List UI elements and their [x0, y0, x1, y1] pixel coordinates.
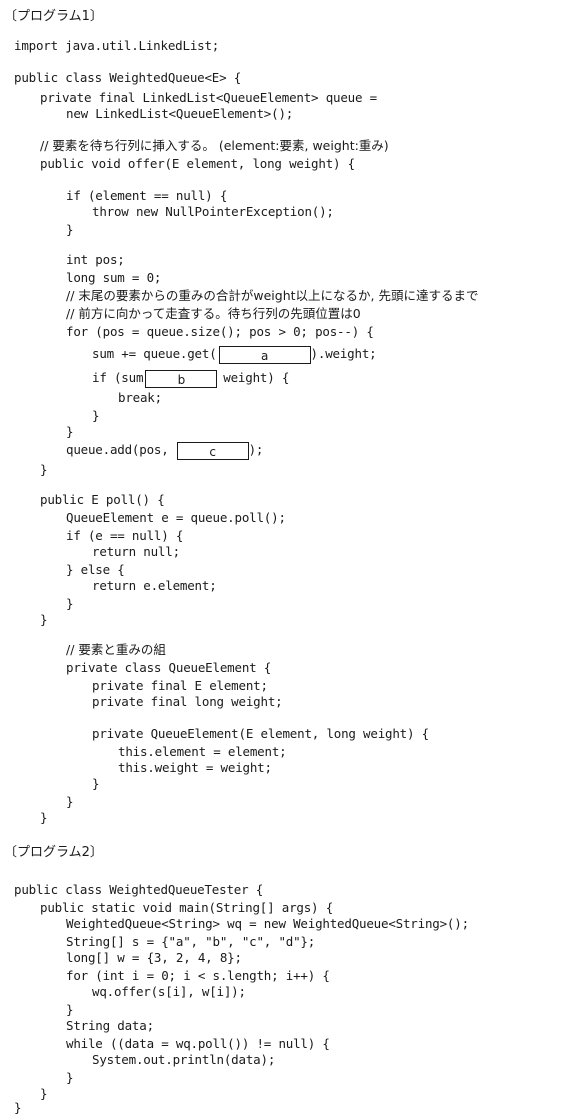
code-line-for-loop: for (pos = queue.size(); pos > 0; pos--)…	[66, 324, 374, 339]
code-fragment: weight) {	[223, 370, 290, 385]
code-line-return-element: return e.element;	[92, 578, 217, 593]
comment-text: // 前方に向かって走査する。待ち行列の先頭位置は0	[66, 306, 361, 321]
code-fragment: );	[248, 442, 264, 457]
code-line-import: import java.util.LinkedList;	[14, 38, 220, 53]
code-line-add: queue.add(pos, c);	[66, 438, 263, 462]
code-line-assign-weight: this.weight = weight;	[118, 760, 272, 775]
code-line-close-class: }	[40, 810, 48, 825]
code-line-close-main: }	[40, 1086, 48, 1101]
program1-heading: 〔プログラム1〕	[4, 9, 103, 24]
code-fragment: queue.add(pos,	[66, 442, 169, 457]
code-line-close-tester: }	[14, 1100, 22, 1115]
code-listing-page: 〔プログラム1〕 import java.util.LinkedList; pu…	[0, 0, 580, 1117]
code-line-close-inner-if: }	[92, 408, 100, 423]
code-line-throw: throw new NullPointerException();	[92, 204, 334, 219]
blank-a-box: a	[218, 345, 311, 364]
blank-c-box: c	[176, 441, 249, 460]
blank-b-box: b	[145, 369, 218, 388]
code-line-close-else: }	[66, 596, 74, 611]
code-line-field2: new LinkedList<QueueElement>();	[66, 106, 294, 121]
comment-text: // 末尾の要素からの重みの合計がweight以上になるか, 先頭に達するまで	[66, 288, 479, 303]
code-line-close-ctor: }	[92, 776, 100, 791]
comment-text: // 要素と重みの組	[66, 642, 166, 657]
code-line-inner-field2: private final long weight;	[92, 694, 283, 709]
code-line-offer-call: wq.offer(s[i], w[i]);	[92, 984, 246, 999]
code-line-close-offer: }	[40, 462, 48, 477]
code-line-sum: sum += queue.get(a).weight;	[92, 342, 377, 366]
code-line-break: break;	[118, 390, 162, 405]
code-fragment: if (sum	[92, 370, 144, 385]
code-line-close-poll: }	[40, 612, 48, 627]
program2-heading: 〔プログラム2〕	[4, 845, 103, 860]
code-line-close-if: }	[66, 222, 74, 237]
code-line-offer-decl: public void offer(E element, long weight…	[40, 156, 356, 171]
code-line-close-inner-class: }	[66, 794, 74, 809]
code-line-println: System.out.println(data);	[92, 1052, 276, 1067]
code-line-close-while: }	[66, 1070, 74, 1085]
comment-text: // 要素を待ち行列に挿入する。 (element:要素, weight:重み)	[40, 138, 389, 153]
code-fragment: ).weight;	[310, 346, 377, 361]
code-fragment: sum += queue.get(	[92, 346, 217, 361]
